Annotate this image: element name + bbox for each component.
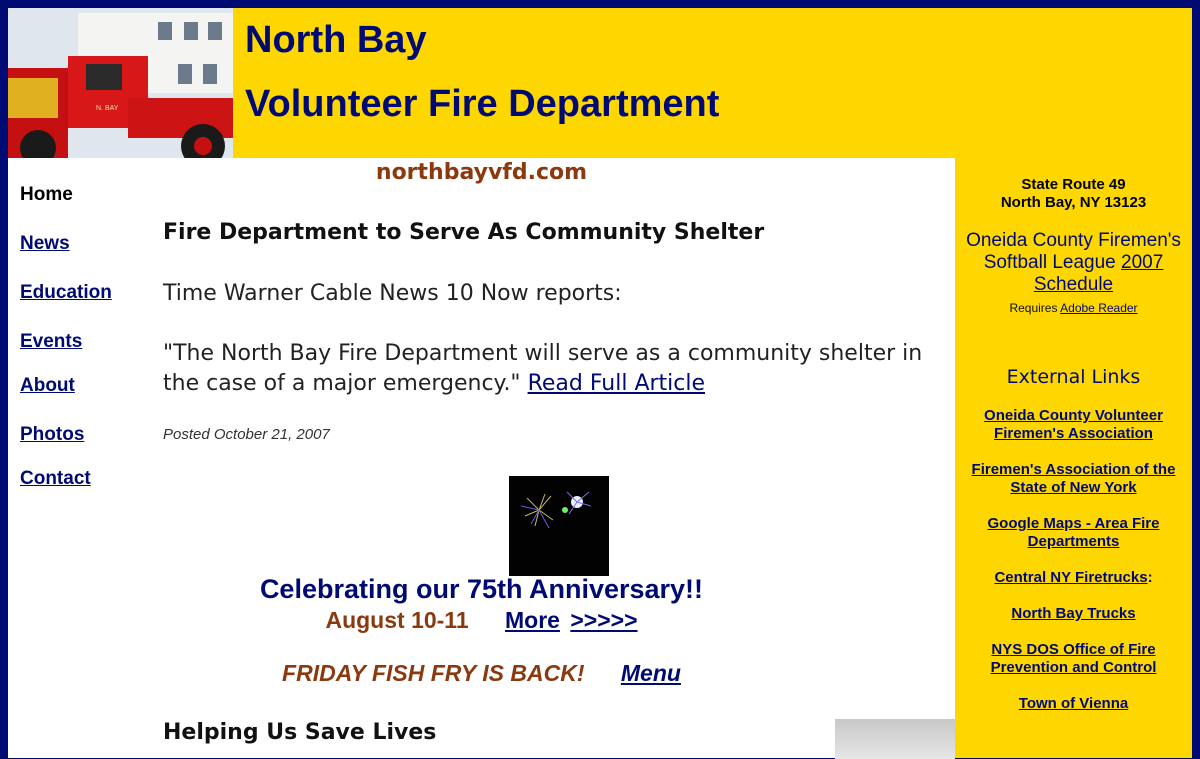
- adobe-reader-link[interactable]: Adobe Reader: [1060, 301, 1137, 315]
- anniversary-date: August 10-11: [325, 607, 469, 633]
- external-link-town-of-vienna[interactable]: Town of Vienna: [960, 695, 1187, 713]
- requires-note: Requires Adobe Reader: [955, 301, 1192, 315]
- anniversary-line: August 10-11 More >>>>>: [8, 607, 955, 634]
- nav-events-link[interactable]: Events: [20, 331, 82, 353]
- external-link-central-ny-firetrucks[interactable]: Central NY Firetrucks: [994, 569, 1147, 586]
- external-link-fasny[interactable]: Firemen's Association of the State of Ne…: [960, 461, 1187, 497]
- external-link-oneida-county[interactable]: Oneida County Volunteer Firemen's Associ…: [960, 407, 1187, 443]
- external-link-google-maps-wrap: Google Maps - Area Fire Departments: [960, 515, 1187, 551]
- external-link-nys-dos[interactable]: NYS DOS Office of Fire Prevention and Co…: [960, 641, 1187, 677]
- external-link-google-maps[interactable]: Google Maps - Area Fire Departments: [988, 515, 1160, 550]
- more-link[interactable]: More: [505, 607, 560, 633]
- address-line2: North Bay, NY 13123: [1000, 194, 1147, 211]
- news-quote-block: "The North Bay Fire Department will serv…: [163, 339, 933, 399]
- site-title: North Bay Volunteer Fire Department: [245, 8, 719, 136]
- requires-text: Requires: [1009, 301, 1058, 315]
- anniversary-heading: Celebrating our 75th Anniversary!!: [259, 574, 704, 604]
- external-link-north-bay-trucks[interactable]: North Bay Trucks: [960, 605, 1187, 623]
- external-link-central-ny-wrap: Central NY Firetrucks:: [960, 569, 1187, 587]
- news-headline: Fire Department to Serve As Community Sh…: [163, 220, 765, 245]
- read-full-article-link[interactable]: Read Full Article: [528, 371, 705, 396]
- site-title-line1: North Bay: [245, 19, 427, 61]
- nav-about-link[interactable]: About: [20, 375, 75, 397]
- address-line1: State Route 49: [1021, 176, 1126, 193]
- fish-fry-line: FRIDAY FISH FRY IS BACK! Menu: [8, 660, 955, 687]
- nav-contact-link[interactable]: Contact: [20, 468, 91, 490]
- fireworks-image: [509, 476, 609, 576]
- fire-truck-photo: N. BAY: [8, 8, 233, 158]
- news-source: Time Warner Cable News 10 Now reports:: [163, 281, 622, 306]
- menu-link[interactable]: Menu: [621, 660, 681, 686]
- right-sidebar: State Route 49 North Bay, NY 13123 Oneid…: [955, 158, 1192, 758]
- helping-photo: [835, 719, 955, 759]
- external-links-title: External Links: [1006, 366, 1141, 388]
- posted-date: Posted October 21, 2007: [163, 426, 330, 443]
- colon-text: :: [1147, 569, 1153, 586]
- nav-education-link[interactable]: Education: [20, 282, 112, 304]
- nav-news-link[interactable]: News: [20, 233, 70, 255]
- nav-photos-link[interactable]: Photos: [20, 424, 84, 446]
- more-arrows-link[interactable]: >>>>>: [570, 607, 637, 633]
- softball-league: Oneida County Firemen's Softball League …: [960, 230, 1187, 296]
- main-content-area: Home News Education Events About Photos …: [8, 158, 955, 759]
- site-title-line2: Volunteer Fire Department: [245, 83, 720, 125]
- truck-label: N. BAY: [96, 105, 119, 112]
- helping-heading: Helping Us Save Lives: [163, 720, 437, 745]
- site-header: N. BAY North Bay Volunteer Fire Departme…: [8, 8, 1192, 158]
- fish-fry-text: FRIDAY FISH FRY IS BACK!: [282, 660, 585, 686]
- site-domain: northbayvfd.com: [375, 160, 588, 185]
- nav-home: Home: [20, 184, 73, 205]
